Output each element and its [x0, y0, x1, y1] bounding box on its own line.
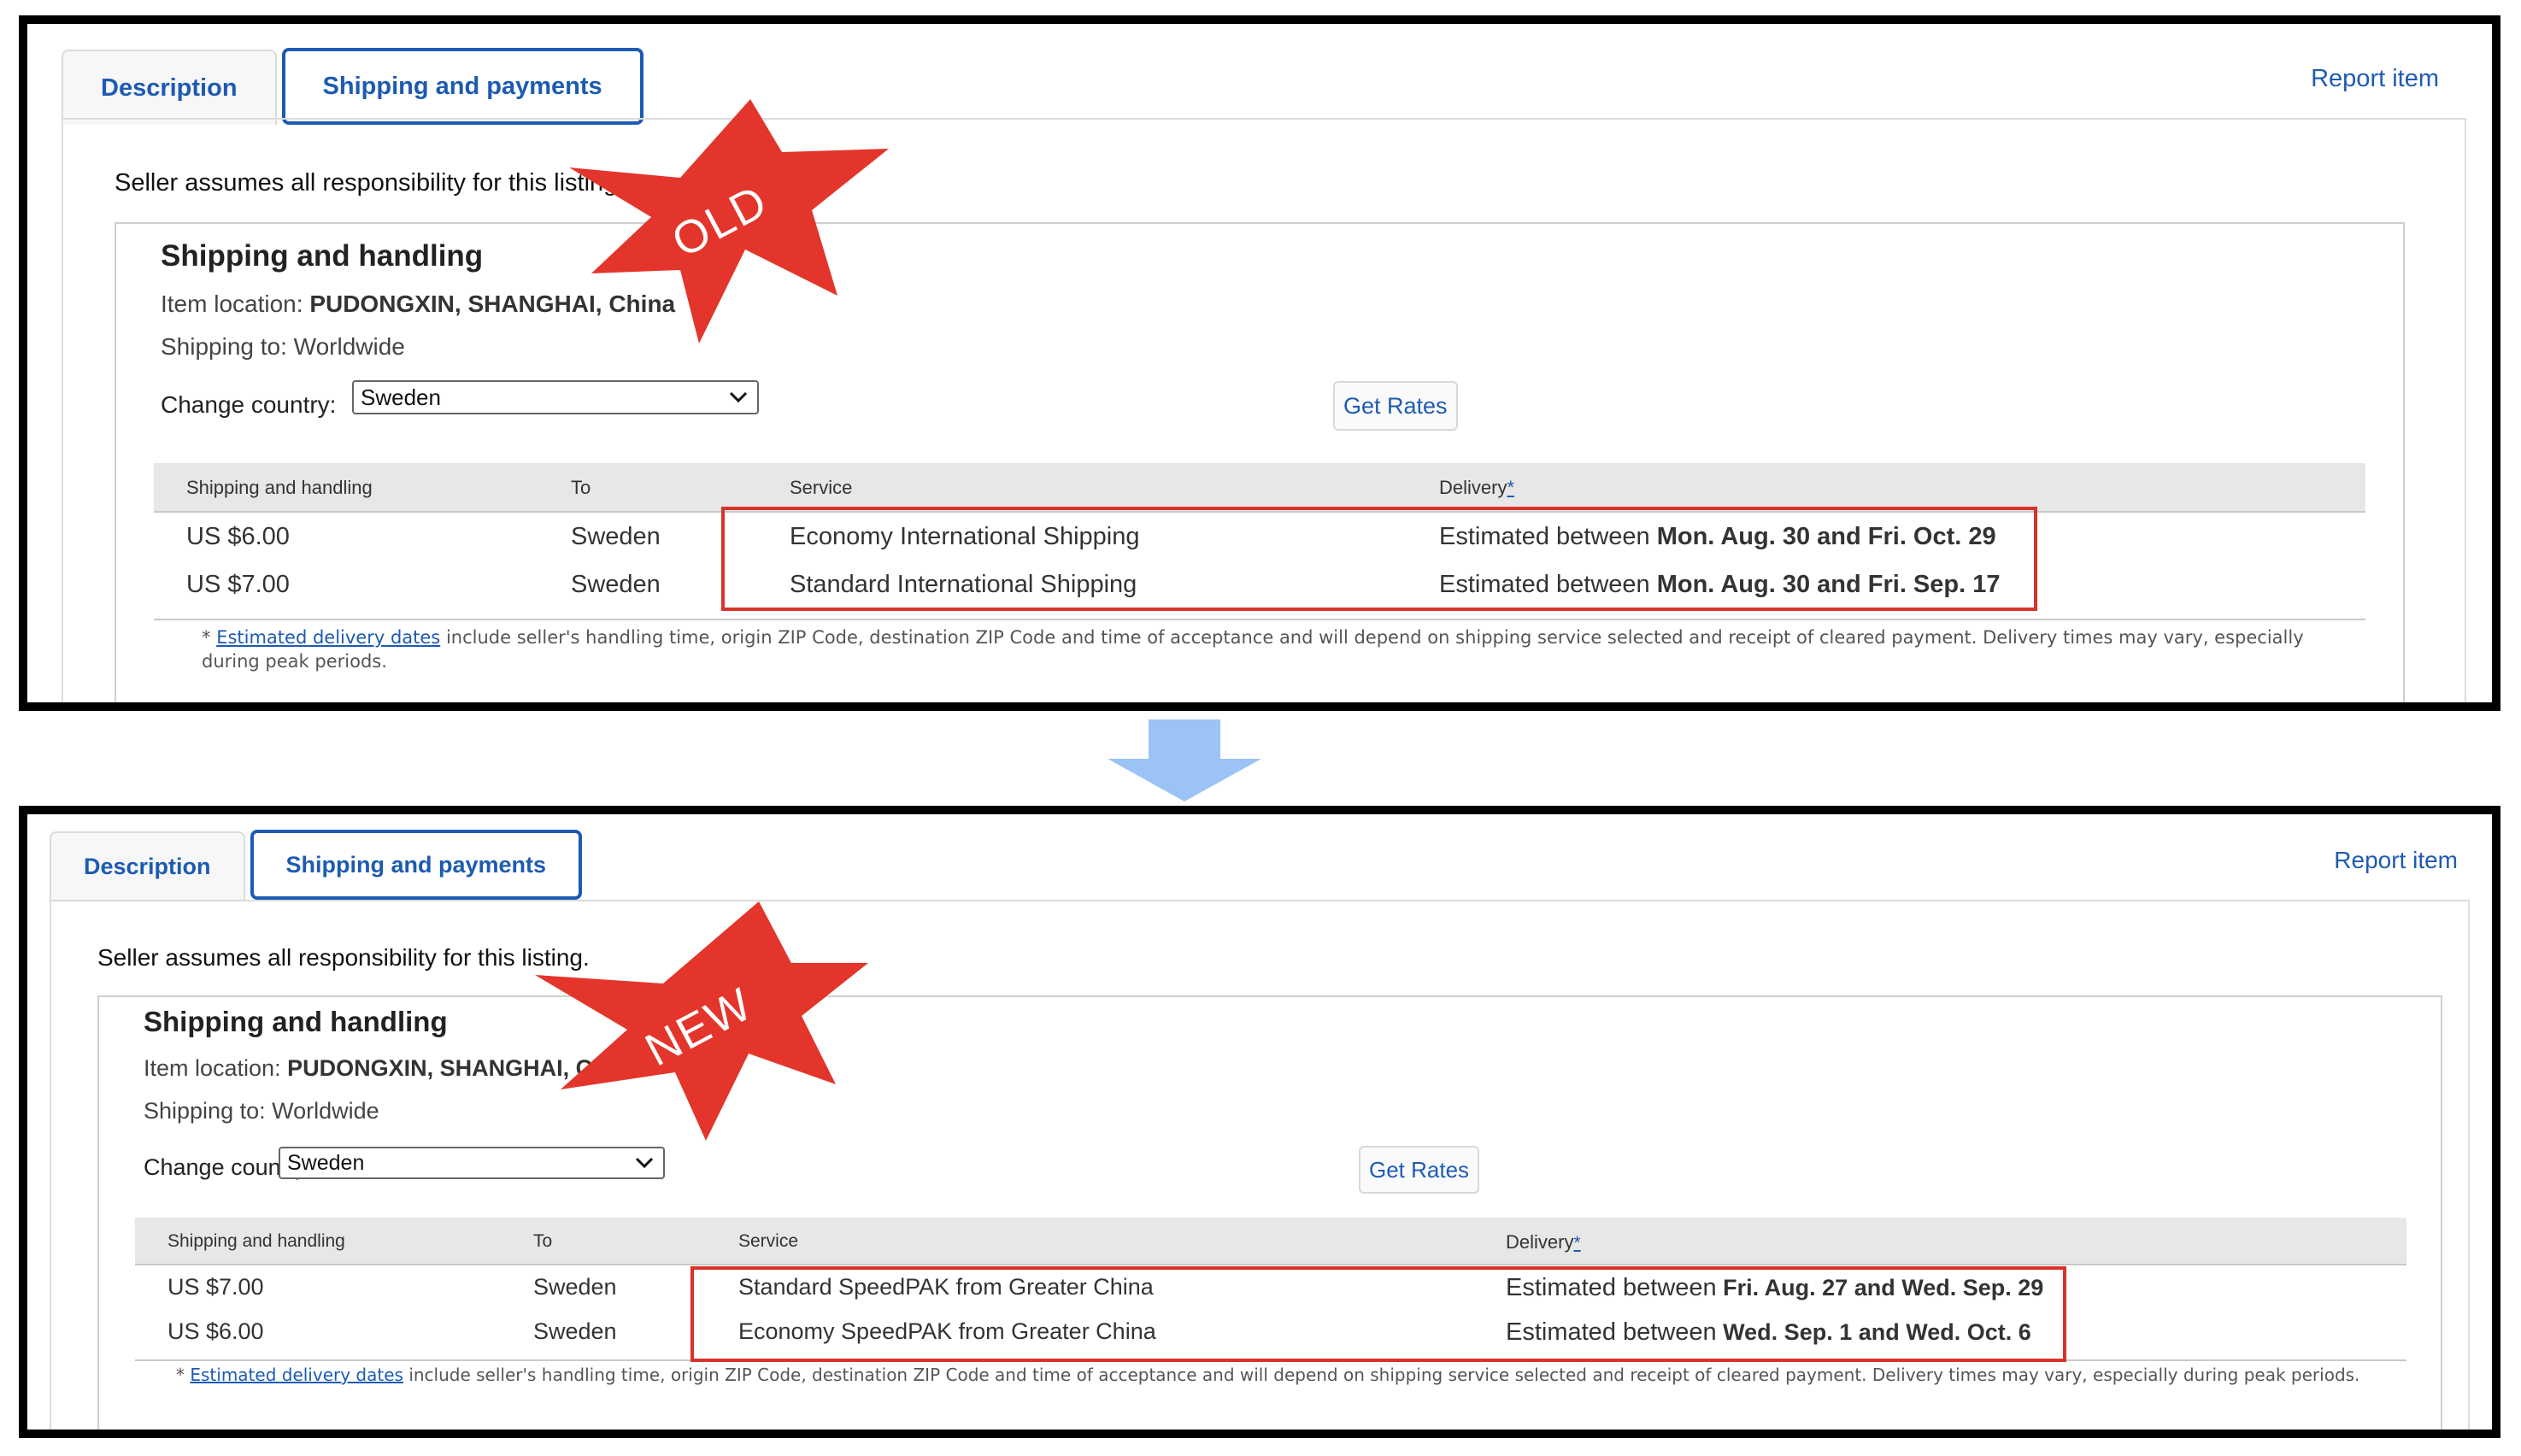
shipping-handling-section: Shipping and handling Item location: PUD…	[115, 222, 2405, 702]
col-delivery: Delivery*	[1506, 1231, 1581, 1253]
col-shipping-handling: Shipping and handling	[167, 1231, 345, 1251]
row-price: US $6.00	[167, 1318, 264, 1344]
get-rates-button[interactable]: Get Rates	[1333, 381, 1458, 431]
col-delivery-label: Delivery	[1439, 477, 1507, 498]
tab-shipping-and-payments[interactable]: Shipping and payments	[250, 830, 583, 900]
row-price: US $7.00	[186, 571, 290, 598]
delivery-footnote-marker[interactable]: *	[1507, 477, 1514, 498]
responsibility-note: Seller assumes all responsibility for th…	[115, 169, 625, 197]
delivery-footnote: * Estimated delivery dates include selle…	[176, 1363, 2449, 1387]
item-location-label: Item location:	[144, 1055, 281, 1081]
footnote-text: include seller's handling time, origin Z…	[408, 1365, 2360, 1385]
row-price: US $6.00	[186, 523, 290, 550]
down-arrow-icon	[1108, 719, 1261, 806]
tab-bar: Description Shipping and payments	[50, 830, 587, 900]
responsibility-note: Seller assumes all responsibility for th…	[97, 944, 590, 971]
row-to: Sweden	[533, 1318, 617, 1344]
section-title: Shipping and handling	[144, 1006, 448, 1037]
change-country-label: Change country:	[161, 391, 337, 418]
tab-description[interactable]: Description	[62, 50, 277, 125]
shipping-handling-section: Shipping and handling Item location: PUD…	[97, 995, 2442, 1430]
row-to: Sweden	[533, 1274, 617, 1300]
chevron-down-icon	[725, 384, 752, 411]
footnote-star: *	[176, 1365, 185, 1385]
section-title: Shipping and handling	[161, 239, 484, 273]
tab-description[interactable]: Description	[50, 831, 245, 900]
report-item-link[interactable]: Report item	[2311, 65, 2439, 93]
highlight-box	[721, 507, 2037, 611]
starburst-badge-icon: NEW	[535, 901, 894, 1162]
col-to: To	[533, 1231, 553, 1251]
col-service: Service	[790, 477, 853, 498]
highlight-box	[690, 1266, 2066, 1362]
country-select-value: Sweden	[361, 384, 441, 410]
rates-table-header: Shipping and handling To Service Deliver…	[135, 1218, 2406, 1265]
col-to: To	[571, 477, 591, 498]
delivery-footnote-marker[interactable]: *	[1573, 1233, 1580, 1253]
rates-table-header: Shipping and handling To Service Deliver…	[154, 463, 2365, 513]
row-to: Sweden	[571, 523, 661, 550]
country-select-value: Sweden	[287, 1150, 365, 1175]
country-select[interactable]: Sweden	[352, 380, 759, 414]
tab-content: Seller assumes all responsibility for th…	[62, 118, 2466, 702]
get-rates-button[interactable]: Get Rates	[1359, 1146, 1480, 1194]
footnote-text-cont: during peak periods.	[202, 651, 387, 672]
delivery-footnote: * Estimated delivery dates include selle…	[202, 625, 2389, 673]
report-item-link[interactable]: Report item	[2334, 847, 2458, 874]
starburst-badge-icon: OLD	[555, 99, 914, 360]
col-delivery-label: Delivery	[1506, 1231, 1574, 1253]
row-to: Sweden	[571, 571, 661, 598]
old-listing-panel: Description Shipping and payments Report…	[19, 15, 2500, 711]
footnote-text: include seller's handling time, origin Z…	[445, 627, 2304, 648]
col-shipping-handling: Shipping and handling	[186, 477, 373, 498]
shipping-to: Shipping to: Worldwide	[144, 1098, 379, 1124]
col-service: Service	[738, 1231, 799, 1251]
item-location-label: Item location:	[161, 291, 303, 317]
new-listing-panel: Description Shipping and payments Report…	[19, 806, 2500, 1438]
col-delivery: Delivery*	[1439, 477, 1514, 499]
estimated-delivery-dates-link[interactable]: Estimated delivery dates	[190, 1365, 403, 1385]
shipping-to: Shipping to: Worldwide	[161, 333, 405, 360]
table-divider	[154, 619, 2365, 620]
row-price: US $7.00	[167, 1274, 264, 1300]
footnote-star: *	[202, 627, 211, 648]
estimated-delivery-dates-link[interactable]: Estimated delivery dates	[216, 627, 440, 648]
